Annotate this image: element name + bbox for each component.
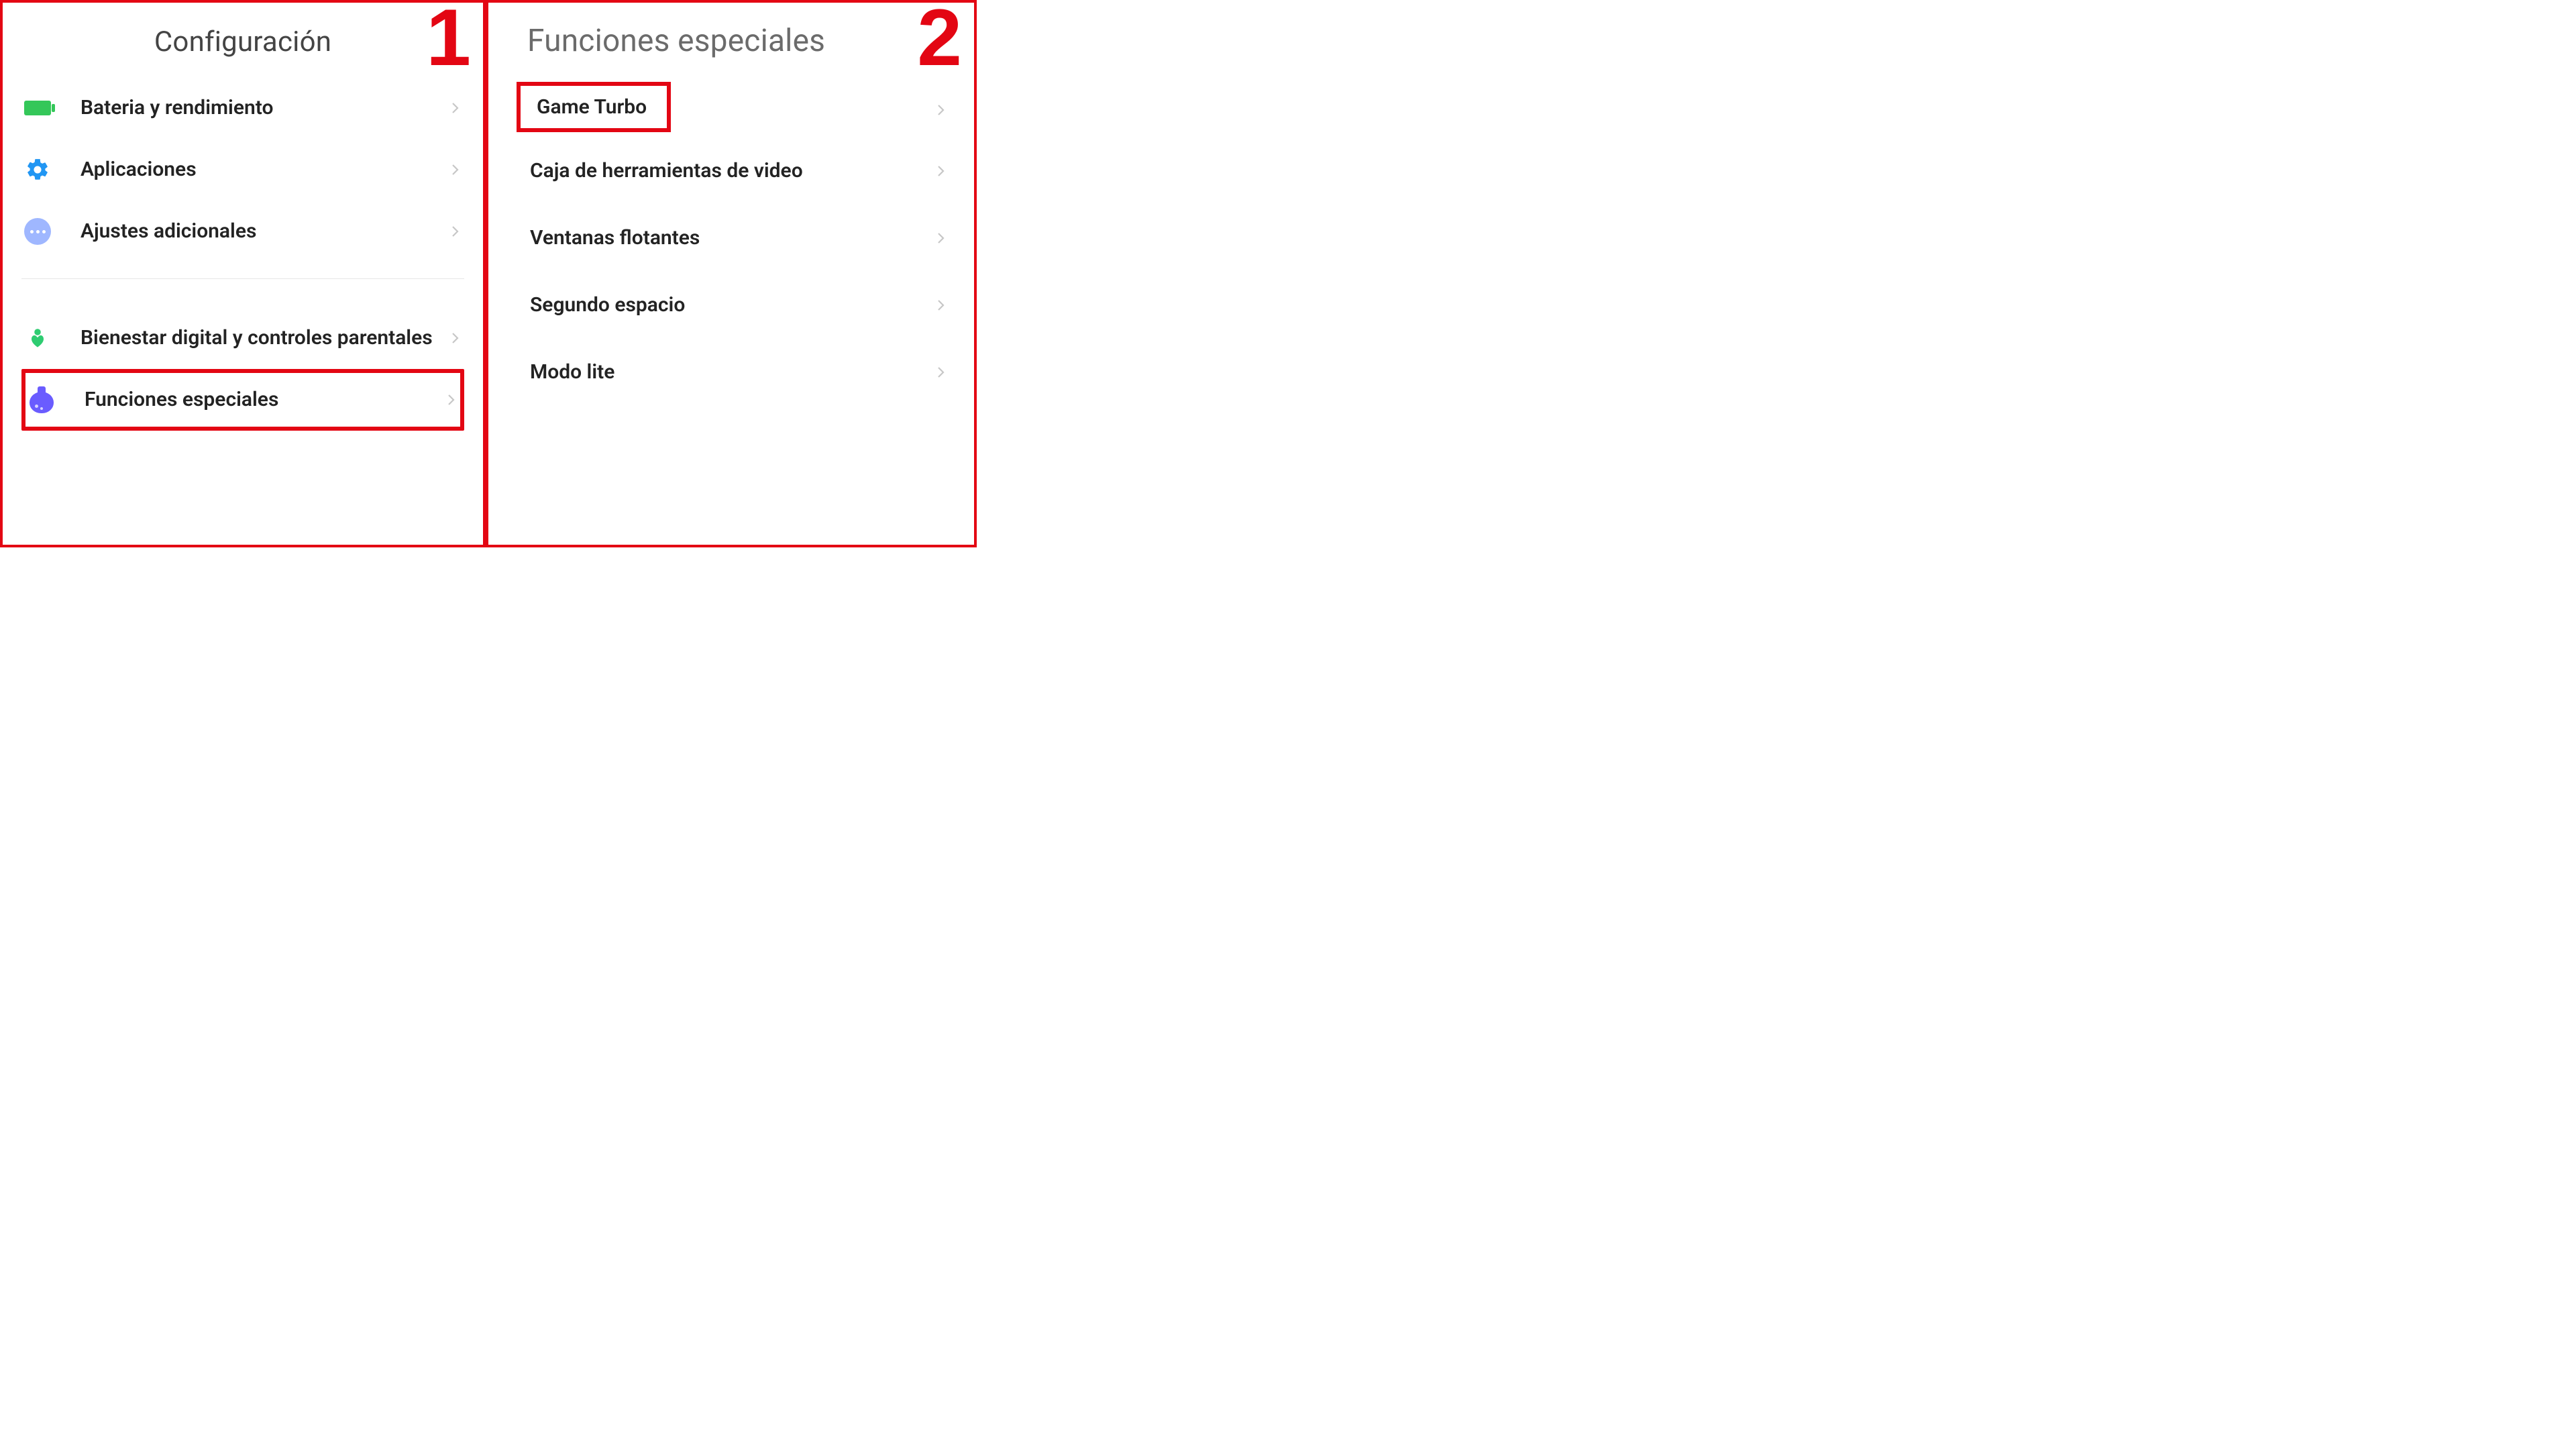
special-item-floating-windows[interactable]: Ventanas flotantes bbox=[507, 205, 955, 272]
highlight-box: Game Turbo bbox=[517, 82, 671, 132]
settings-item-apps[interactable]: Aplicaciones bbox=[21, 139, 464, 201]
section-divider bbox=[21, 278, 464, 279]
chevron-right-icon bbox=[447, 223, 463, 239]
special-item-second-space[interactable]: Segundo espacio bbox=[507, 272, 955, 339]
chevron-right-icon bbox=[443, 392, 459, 408]
special-item-label: Modo lite bbox=[530, 360, 932, 385]
special-item-lite-mode[interactable]: Modo lite bbox=[507, 339, 955, 406]
battery-icon bbox=[23, 93, 52, 123]
chevron-right-icon bbox=[447, 100, 463, 116]
settings-item-battery[interactable]: Bateria y rendimiento bbox=[21, 77, 464, 139]
page-title: Funciones especiales bbox=[527, 23, 955, 59]
wellbeing-icon bbox=[23, 323, 52, 353]
special-item-label: Segundo espacio bbox=[530, 292, 932, 318]
settings-list: Bateria y rendimiento Aplicaciones Ajust… bbox=[21, 77, 464, 431]
gear-icon bbox=[23, 155, 52, 184]
dots-icon bbox=[23, 217, 52, 246]
settings-item-special-features[interactable]: Funciones especiales bbox=[21, 369, 464, 431]
settings-item-label: Ajustes adicionales bbox=[80, 219, 447, 244]
chevron-right-icon bbox=[932, 364, 949, 380]
settings-item-additional[interactable]: Ajustes adicionales bbox=[21, 201, 464, 262]
chevron-right-icon bbox=[447, 162, 463, 178]
page-title: Configuración bbox=[21, 25, 464, 58]
settings-item-label: Bateria y rendimiento bbox=[80, 95, 447, 121]
chevron-right-icon bbox=[932, 297, 949, 313]
settings-item-wellbeing[interactable]: Bienestar digital y controles parentales bbox=[21, 307, 464, 369]
special-item-game-turbo[interactable]: Game Turbo bbox=[507, 82, 955, 138]
chevron-right-icon bbox=[447, 330, 463, 346]
chevron-right-icon bbox=[932, 163, 949, 179]
special-features-list: Game Turbo Caja de herramientas de video… bbox=[507, 82, 955, 406]
step-number-1: 1 bbox=[426, 0, 471, 78]
special-features-icon bbox=[27, 385, 56, 415]
settings-panel: 1 Configuración Bateria y rendimiento Ap… bbox=[3, 3, 488, 545]
step-number-2: 2 bbox=[917, 0, 962, 78]
special-item-label: Game Turbo bbox=[537, 95, 647, 119]
special-item-label: Ventanas flotantes bbox=[530, 225, 932, 251]
chevron-right-icon bbox=[932, 230, 949, 246]
special-item-label: Caja de herramientas de video bbox=[530, 158, 932, 184]
special-item-video-toolbox[interactable]: Caja de herramientas de video bbox=[507, 138, 955, 205]
chevron-right-icon bbox=[932, 102, 949, 118]
settings-item-label: Funciones especiales bbox=[85, 387, 443, 413]
settings-item-label: Bienestar digital y controles parentales bbox=[80, 325, 447, 351]
special-features-panel: 2 Funciones especiales Game Turbo Caja d… bbox=[488, 3, 974, 545]
settings-item-label: Aplicaciones bbox=[80, 157, 447, 182]
